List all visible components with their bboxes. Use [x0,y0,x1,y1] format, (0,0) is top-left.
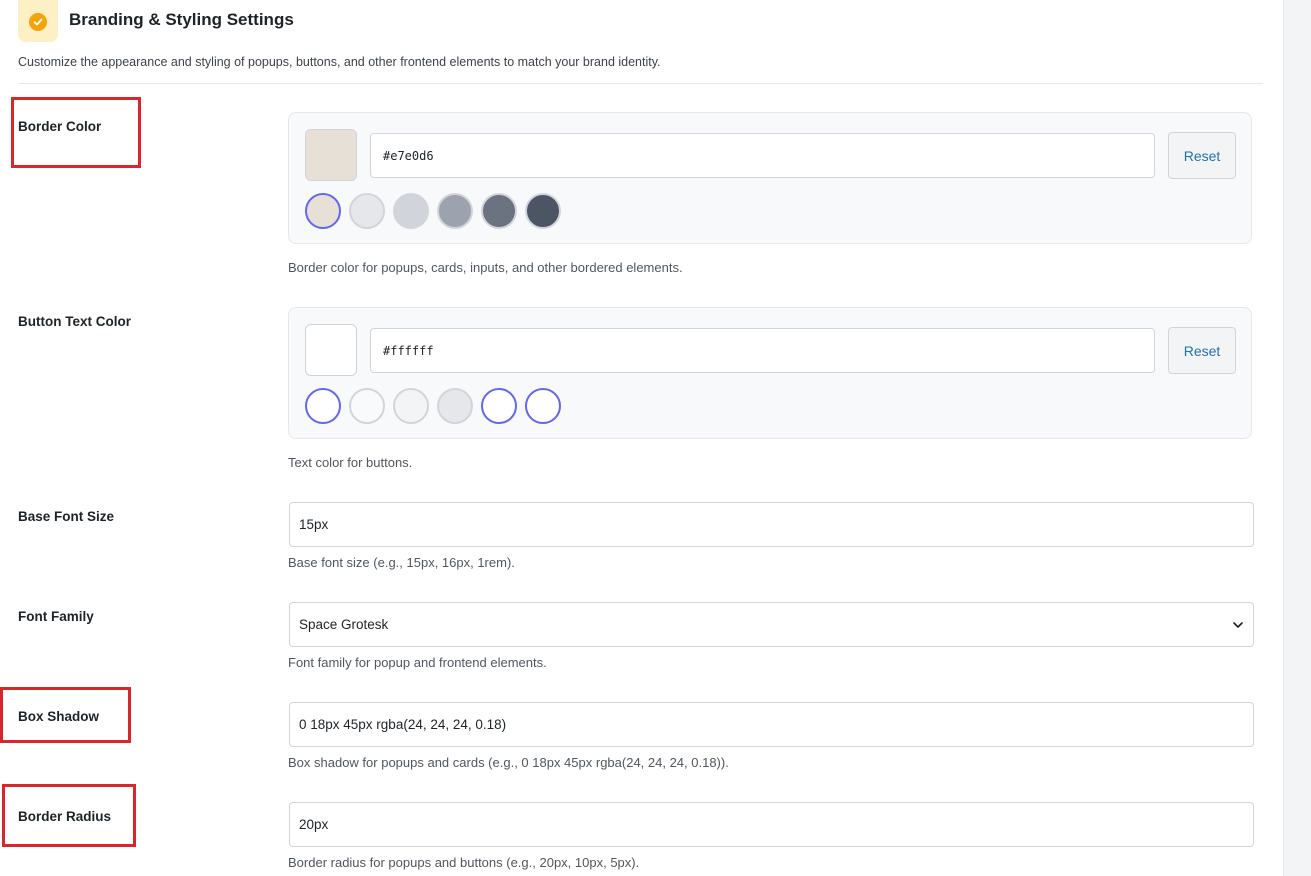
button-text-color-presets [305,388,561,424]
check-circle-icon [29,13,47,31]
border-color-presets [305,193,561,229]
button-text-color-preset-swatch[interactable] [305,388,341,424]
border-color-preset-swatch[interactable] [437,193,473,229]
page-scrollbar-gutter[interactable] [1283,0,1311,876]
button-text-color-hex-input[interactable] [370,328,1155,373]
section-description: Customize the appearance and styling of … [18,55,661,69]
border-color-picker: Reset [288,112,1252,244]
button-text-color-label: Button Text Color [18,314,131,329]
border-color-preset-swatch[interactable] [481,193,517,229]
button-text-color-preview-swatch[interactable] [305,324,357,376]
button-text-color-picker: Reset [288,307,1252,439]
font-family-selected-value: Space Grotesk [299,617,389,632]
button-text-color-preset-swatch[interactable] [437,388,473,424]
base-font-size-input[interactable] [289,502,1254,547]
border-radius-input[interactable] [289,802,1254,847]
button-text-color-help: Text color for buttons. [288,455,413,470]
border-color-preset-swatch[interactable] [525,193,561,229]
base-font-size-label: Base Font Size [18,509,115,524]
border-color-hex-input[interactable] [370,133,1155,178]
border-color-label: Border Color [18,119,102,134]
button-text-color-preset-swatch[interactable] [481,388,517,424]
border-color-reset-button[interactable]: Reset [1168,132,1236,179]
section-divider [18,83,1263,84]
button-text-color-preset-swatch[interactable] [525,388,561,424]
font-family-label: Font Family [18,609,94,624]
box-shadow-help: Box shadow for popups and cards (e.g., 0… [288,755,729,770]
box-shadow-label: Box Shadow [18,709,100,724]
border-color-preview-swatch[interactable] [305,129,357,181]
border-color-help: Border color for popups, cards, inputs, … [288,260,683,275]
section-title: Branding & Styling Settings [69,10,294,29]
section-icon-badge [18,0,58,42]
base-font-size-help: Base font size (e.g., 15px, 16px, 1rem). [288,555,515,570]
border-radius-label: Border Radius [18,809,112,824]
font-family-select[interactable]: Space Grotesk [289,602,1254,647]
border-color-preset-swatch[interactable] [393,193,429,229]
button-text-color-preset-swatch[interactable] [349,388,385,424]
button-text-color-preset-swatch[interactable] [393,388,429,424]
border-color-preset-swatch[interactable] [349,193,385,229]
border-radius-help: Border radius for popups and buttons (e.… [288,855,640,870]
border-color-preset-swatch[interactable] [305,193,341,229]
box-shadow-input[interactable] [289,702,1254,747]
font-family-help: Font family for popup and frontend eleme… [288,655,547,670]
button-text-color-reset-button[interactable]: Reset [1168,327,1236,374]
chevron-down-icon [1232,618,1244,636]
